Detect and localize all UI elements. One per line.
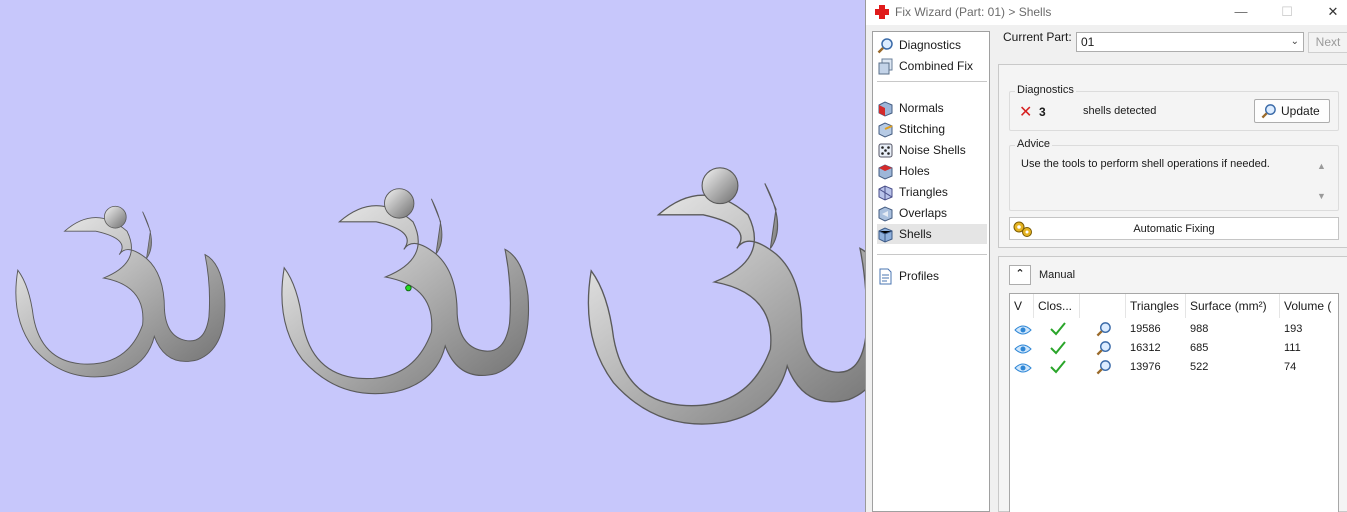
manual-label: Manual xyxy=(1039,269,1076,281)
holes-cube-icon xyxy=(878,163,893,180)
nav-divider xyxy=(877,81,987,82)
wizard-nav: Diagnostics Combined Fix Normals Stitchi… xyxy=(872,31,990,512)
shell-model-1[interactable] xyxy=(15,205,226,378)
normals-cube-icon xyxy=(878,100,893,117)
current-part-label: Current Part: xyxy=(1003,30,1072,44)
stitching-cube-icon xyxy=(878,121,893,138)
minimize-button[interactable]: — xyxy=(1221,2,1261,22)
nav-item-shells[interactable]: Shells xyxy=(877,224,987,244)
cell-surface: 522 xyxy=(1190,361,1209,373)
magnifier-icon[interactable] xyxy=(1096,340,1112,356)
shells-table: V Clos... Triangles Surface (mm²) Volume… xyxy=(1009,293,1339,512)
nav-item-profiles[interactable]: Profiles xyxy=(877,266,987,286)
cell-volume: 74 xyxy=(1284,361,1297,373)
shells-status-panel: Diagnostics ✕ 3 shells detected Update A… xyxy=(998,64,1347,248)
close-button[interactable]: ✕ xyxy=(1313,2,1347,22)
scroll-down-arrow[interactable]: ▼ xyxy=(1317,191,1326,201)
3d-viewport[interactable] xyxy=(0,0,865,512)
scroll-up-arrow[interactable]: ▲ xyxy=(1317,161,1326,171)
column-header-surface[interactable]: Surface (mm²) xyxy=(1186,294,1280,318)
title-bar[interactable]: Fix Wizard (Part: 01) > Shells — ☐ ✕ xyxy=(866,0,1347,25)
next-button[interactable]: Next xyxy=(1308,32,1347,53)
magnifier-icon[interactable] xyxy=(1096,359,1112,375)
maximize-button[interactable]: ☐ xyxy=(1267,2,1307,22)
profiles-document-icon xyxy=(879,268,892,284)
table-row[interactable]: 16312 685 111 xyxy=(1010,339,1338,358)
cell-triangles: 16312 xyxy=(1130,342,1161,354)
column-header-visible[interactable]: V xyxy=(1010,294,1034,318)
diagnostics-group-label: Diagnostics xyxy=(1015,84,1076,96)
manual-panel: ⌃ Manual V Clos... Triangles Surface (mm… xyxy=(998,256,1347,512)
nav-item-diagnostics[interactable]: Diagnostics xyxy=(877,35,987,55)
gears-icon xyxy=(1013,221,1032,237)
update-button[interactable]: Update xyxy=(1254,99,1330,123)
triangles-cube-icon xyxy=(878,184,893,201)
column-header-triangles[interactable]: Triangles xyxy=(1126,294,1186,318)
checkmark-icon xyxy=(1050,322,1066,336)
selection-marker xyxy=(405,284,412,292)
eye-icon[interactable] xyxy=(1014,362,1032,374)
magnifier-icon xyxy=(1261,104,1276,119)
nav-item-stitching[interactable]: Stitching xyxy=(877,119,987,139)
nav-divider xyxy=(877,254,987,255)
chevron-down-icon: ⌄ xyxy=(1290,36,1299,47)
shells-cube-icon xyxy=(878,226,893,243)
current-part-select[interactable]: 01 ⌄ xyxy=(1076,32,1304,52)
nav-item-combined-fix[interactable]: Combined Fix xyxy=(877,56,987,76)
column-header-closed[interactable]: Clos... xyxy=(1034,294,1080,318)
collapse-manual-button[interactable]: ⌃ xyxy=(1009,265,1031,285)
magnifier-icon[interactable] xyxy=(1096,321,1112,337)
noise-shells-dice-icon xyxy=(878,143,893,157)
cell-surface: 988 xyxy=(1190,323,1209,335)
table-row[interactable]: 19586 988 193 xyxy=(1010,320,1338,339)
nav-item-overlaps[interactable]: Overlaps xyxy=(877,203,987,223)
shell-model-3[interactable] xyxy=(587,167,865,425)
checkmark-icon xyxy=(1050,341,1066,355)
shell-count: 3 xyxy=(1039,105,1046,119)
nav-item-noise-shells[interactable]: Noise Shells xyxy=(877,140,987,160)
diagnostics-message: shells detected xyxy=(1083,105,1157,117)
cell-triangles: 13976 xyxy=(1130,361,1161,373)
column-header-volume[interactable]: Volume ( xyxy=(1280,294,1340,318)
current-part-value: 01 xyxy=(1081,35,1095,49)
shell-model-2[interactable] xyxy=(281,188,530,395)
advice-group-label: Advice xyxy=(1015,138,1053,150)
eye-icon[interactable] xyxy=(1014,324,1032,336)
nav-item-triangles[interactable]: Triangles xyxy=(877,182,987,202)
advice-text: Use the tools to perform shell operation… xyxy=(1021,158,1311,198)
cell-volume: 111 xyxy=(1284,342,1301,354)
cell-triangles: 19586 xyxy=(1130,323,1161,335)
error-x-icon: ✕ xyxy=(1019,104,1033,121)
cell-volume: 193 xyxy=(1284,323,1303,335)
magnifier-icon xyxy=(877,37,893,53)
table-header: V Clos... Triangles Surface (mm²) Volume… xyxy=(1010,294,1338,318)
eye-icon[interactable] xyxy=(1014,343,1032,355)
column-header-actions[interactable] xyxy=(1080,294,1126,318)
viewport-scene xyxy=(15,167,865,425)
table-row[interactable]: 13976 522 74 xyxy=(1010,358,1338,377)
red-cross-icon xyxy=(875,5,889,19)
automatic-fixing-button[interactable]: Automatic Fixing xyxy=(1009,217,1339,240)
nav-item-holes[interactable]: Holes xyxy=(877,161,987,181)
checkmark-icon xyxy=(1050,360,1066,374)
combined-fix-icon xyxy=(878,58,893,74)
fix-wizard-window: Fix Wizard (Part: 01) > Shells — ☐ ✕ Dia… xyxy=(865,0,1347,512)
cell-surface: 685 xyxy=(1190,342,1209,354)
window-title: Fix Wizard (Part: 01) > Shells xyxy=(895,5,1052,19)
overlaps-cube-icon xyxy=(878,205,893,222)
nav-item-normals[interactable]: Normals xyxy=(877,98,987,118)
